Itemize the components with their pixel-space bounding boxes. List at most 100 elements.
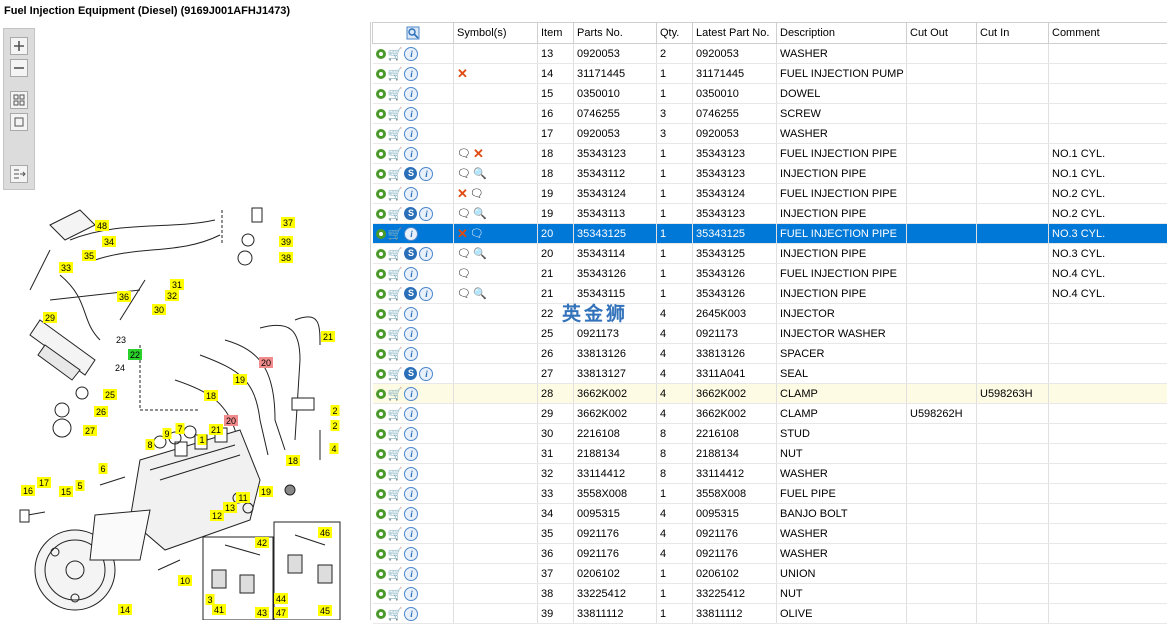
note-bubble-icon[interactable]: 🗨	[470, 227, 484, 240]
column-header-description[interactable]: Description	[777, 23, 907, 44]
table-row[interactable]: 🛒i34009531540095315BANJO BOLT	[373, 504, 1167, 524]
not-available-icon[interactable]: ✕	[457, 186, 468, 202]
gear-icon[interactable]	[376, 589, 386, 599]
table-row[interactable]: 🛒Si🗨🔍1935343113135343123INJECTION PIPENO…	[373, 204, 1167, 224]
cart-icon[interactable]: 🛒	[388, 47, 403, 61]
gear-icon[interactable]	[376, 89, 386, 99]
callout-label[interactable]: 6	[100, 464, 105, 474]
gear-icon[interactable]	[376, 409, 386, 419]
info-icon[interactable]: i	[404, 147, 418, 161]
callout-label[interactable]: 32	[167, 291, 177, 301]
table-row[interactable]: 🛒i3833225412133225412NUT	[373, 584, 1167, 604]
supersession-icon[interactable]: S	[404, 207, 417, 220]
not-available-icon[interactable]: ✕	[457, 226, 468, 242]
cart-icon[interactable]: 🛒	[388, 307, 403, 321]
note-bubble-icon[interactable]: 🗨	[457, 167, 471, 180]
note-bubble-icon[interactable]: 🗨	[457, 267, 471, 280]
gear-icon[interactable]	[376, 109, 386, 119]
gear-icon[interactable]	[376, 429, 386, 439]
gear-icon[interactable]	[376, 149, 386, 159]
callout-label[interactable]: 1	[199, 435, 204, 445]
lookup-icon[interactable]: 🔍	[473, 167, 487, 180]
table-row[interactable]: 🛒i293662K00243662K002CLAMPU598262H	[373, 404, 1167, 424]
callout-label[interactable]: 19	[261, 487, 271, 497]
cart-icon[interactable]: 🛒	[388, 287, 403, 301]
table-row[interactable]: 🛒i35092117640921176WASHER	[373, 524, 1167, 544]
cart-icon[interactable]: 🛒	[388, 107, 403, 121]
callout-label[interactable]: 33	[61, 263, 71, 273]
cart-icon[interactable]: 🛒	[388, 467, 403, 481]
info-icon[interactable]: i	[404, 607, 418, 621]
lookup-icon[interactable]: 🔍	[473, 207, 487, 220]
table-row[interactable]: 🛒i🗨2135343126135343126FUEL INJECTION PIP…	[373, 264, 1167, 284]
exploded-parts-diagram[interactable]: 4834353337393831323629302322242526272120…	[0, 180, 345, 620]
cart-icon[interactable]: 🛒	[388, 527, 403, 541]
info-icon[interactable]: i	[404, 267, 418, 281]
callout-label[interactable]: 43	[257, 608, 267, 618]
gear-icon[interactable]	[376, 49, 386, 59]
callout-label[interactable]: 3	[207, 595, 212, 605]
callout-label[interactable]: 30	[154, 305, 164, 315]
callout-label[interactable]: 8	[147, 440, 152, 450]
info-icon[interactable]: i	[404, 47, 418, 61]
gear-icon[interactable]	[376, 469, 386, 479]
cart-icon[interactable]: 🛒	[388, 447, 403, 461]
info-icon[interactable]: i	[404, 527, 418, 541]
table-row[interactable]: 🛒i17092005330920053WASHER	[373, 124, 1167, 144]
gear-icon[interactable]	[376, 69, 386, 79]
zoom-out-button[interactable]	[10, 59, 28, 77]
callout-label[interactable]: 37	[283, 218, 293, 228]
callout-label[interactable]: 44	[276, 594, 286, 604]
cart-icon[interactable]: 🛒	[388, 387, 403, 401]
lookup-icon[interactable]: 🔍	[473, 287, 487, 300]
not-available-icon[interactable]: ✕	[473, 146, 484, 162]
table-row[interactable]: 🛒i36092117640921176WASHER	[373, 544, 1167, 564]
callout-label[interactable]: 17	[39, 478, 49, 488]
callout-label[interactable]: 18	[206, 391, 216, 401]
info-icon[interactable]: i	[404, 427, 418, 441]
table-row[interactable]: 🛒i16074625530746255SCREW	[373, 104, 1167, 124]
gear-icon[interactable]	[376, 189, 386, 199]
info-icon[interactable]: i	[404, 187, 418, 201]
callout-label[interactable]: 12	[212, 511, 222, 521]
table-row[interactable]: 🛒i37020610210206102UNION	[373, 564, 1167, 584]
not-available-icon[interactable]: ✕	[457, 66, 468, 82]
table-row[interactable]: 🛒i333558X00813558X008FUEL PIPE	[373, 484, 1167, 504]
callout-label[interactable]: 2	[332, 421, 337, 431]
callout-label[interactable]: 14	[120, 605, 130, 615]
callout-label[interactable]: 36	[119, 292, 129, 302]
info-icon[interactable]: i	[419, 207, 433, 221]
supersession-icon[interactable]: S	[404, 247, 417, 260]
table-row[interactable]: 🛒i✕🗨1935343124135343124FUEL INJECTION PI…	[373, 184, 1167, 204]
gear-icon[interactable]	[376, 529, 386, 539]
note-bubble-icon[interactable]: 🗨	[470, 187, 484, 200]
callout-label[interactable]: 16	[23, 486, 33, 496]
cart-icon[interactable]: 🛒	[388, 267, 403, 281]
callout-label[interactable]: 19	[235, 375, 245, 385]
cart-icon[interactable]: 🛒	[388, 347, 403, 361]
gear-icon[interactable]	[376, 209, 386, 219]
info-icon[interactable]: i	[404, 407, 418, 421]
cart-icon[interactable]: 🛒	[388, 227, 403, 241]
callout-label[interactable]: 42	[257, 538, 267, 548]
zoom-in-button[interactable]	[10, 37, 28, 55]
cart-icon[interactable]: 🛒	[388, 127, 403, 141]
supersession-icon[interactable]: S	[404, 167, 417, 180]
info-icon[interactable]: i	[404, 67, 418, 81]
callout-label[interactable]: 35	[84, 251, 94, 261]
table-row[interactable]: 🛒i25092117340921173INJECTOR WASHER	[373, 324, 1167, 344]
callout-label[interactable]: 34	[104, 237, 114, 247]
cart-icon[interactable]: 🛒	[388, 367, 403, 381]
gear-icon[interactable]	[376, 229, 386, 239]
note-bubble-icon[interactable]: 🗨	[457, 287, 471, 300]
info-icon[interactable]: i	[404, 307, 418, 321]
table-row[interactable]: 🛒Si🗨🔍2035343114135343125INJECTION PIPENO…	[373, 244, 1167, 264]
cart-icon[interactable]: 🛒	[388, 427, 403, 441]
info-icon[interactable]: i	[419, 247, 433, 261]
cart-icon[interactable]: 🛒	[388, 87, 403, 101]
callout-label[interactable]: 7	[177, 424, 182, 434]
gear-icon[interactable]	[376, 489, 386, 499]
info-icon[interactable]: i	[419, 167, 433, 181]
cart-icon[interactable]: 🛒	[388, 547, 403, 561]
gear-icon[interactable]	[376, 449, 386, 459]
